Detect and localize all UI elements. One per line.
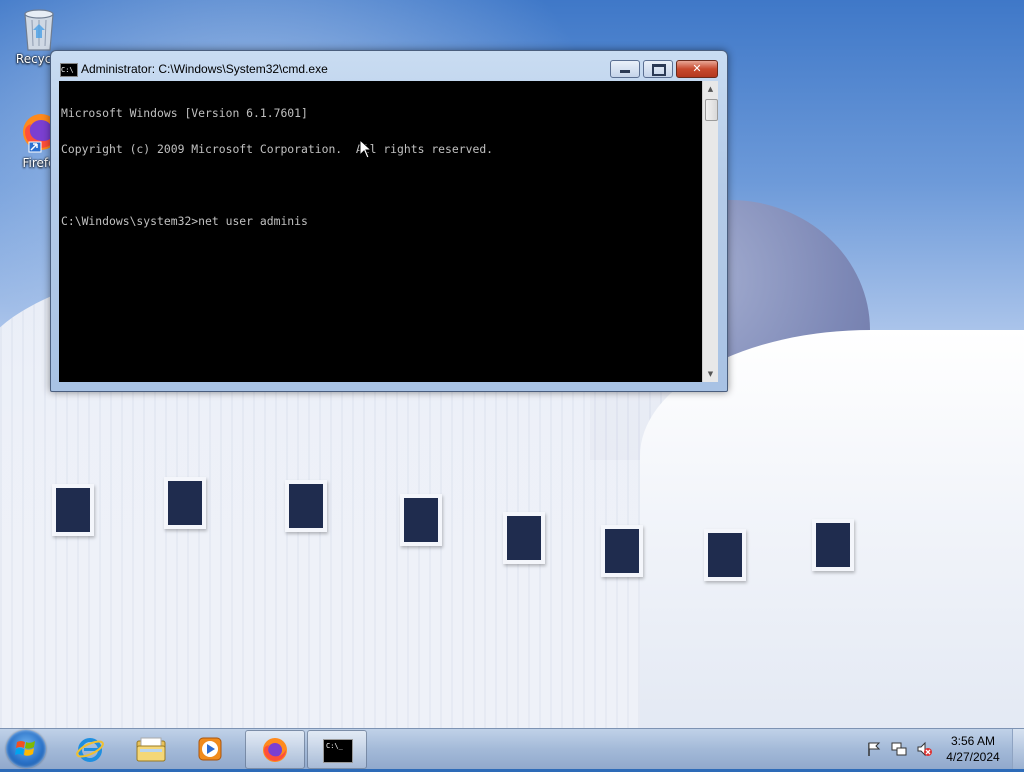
windows-logo-icon: [15, 741, 35, 756]
cmd-titlebar[interactable]: C:\ Administrator: C:\Windows\System32\c…: [51, 51, 727, 81]
volume-muted-icon[interactable]: [916, 741, 932, 757]
console-line: Copyright (c) 2009 Microsoft Corporation…: [61, 142, 494, 156]
start-button[interactable]: [6, 730, 46, 768]
file-explorer-icon: [136, 735, 166, 763]
cmd-icon: C:\_: [323, 739, 353, 763]
minimize-icon: [611, 61, 639, 77]
building-window: [164, 477, 206, 529]
building-window: [503, 512, 545, 564]
minimize-button[interactable]: [610, 60, 640, 78]
clock-date: 4/27/2024: [946, 750, 1000, 764]
scroll-down-icon[interactable]: ▼: [703, 366, 718, 382]
clock-time: 3:56 AM: [950, 734, 996, 748]
cmd-app-icon: C:\: [60, 63, 78, 77]
console-prompt-line: C:\Windows\system32>net user adminis: [61, 214, 308, 228]
close-icon: ✕: [692, 62, 702, 75]
show-desktop-button[interactable]: [1012, 729, 1024, 769]
taskbar-file-explorer[interactable]: [121, 730, 179, 767]
internet-explorer-icon: [76, 735, 104, 763]
mouse-cursor-icon: [359, 138, 373, 159]
building-window: [601, 525, 643, 577]
clock[interactable]: 3:56 AM 4/27/2024: [940, 733, 1006, 765]
maximize-button[interactable]: [643, 60, 673, 78]
maximize-icon: [644, 61, 672, 77]
building-window: [52, 484, 94, 536]
taskbar: C:\_ 3:56 AM 4/27/2024: [0, 728, 1024, 769]
building-window: [704, 529, 746, 581]
building-window: [812, 519, 854, 571]
scroll-up-icon[interactable]: ▲: [703, 81, 718, 97]
action-center-flag-icon[interactable]: [866, 741, 882, 757]
firefox-icon: [261, 736, 289, 764]
cmd-window[interactable]: C:\ Administrator: C:\Windows\System32\c…: [50, 50, 728, 392]
recycle-bin-icon: [19, 6, 59, 51]
building-window: [400, 494, 442, 546]
taskbar-internet-explorer[interactable]: [61, 730, 119, 767]
media-player-icon: [196, 735, 224, 763]
cmd-icon-text: C:\_: [326, 742, 343, 750]
taskbar-firefox[interactable]: [245, 730, 305, 769]
close-button[interactable]: ✕: [676, 60, 718, 78]
console-scrollbar[interactable]: ▲ ▼: [702, 81, 718, 382]
building-window: [285, 480, 327, 532]
network-icon[interactable]: [891, 741, 907, 757]
taskbar-media-player[interactable]: [181, 730, 239, 767]
console-line: Microsoft Windows [Version 6.1.7601]: [61, 106, 308, 120]
console-output[interactable]: Microsoft Windows [Version 6.1.7601] Cop…: [59, 81, 702, 382]
taskbar-cmd[interactable]: C:\_: [307, 730, 367, 769]
window-title: Administrator: C:\Windows\System32\cmd.e…: [81, 62, 328, 76]
scroll-thumb[interactable]: [705, 99, 718, 121]
window-controls: ✕: [607, 60, 718, 78]
